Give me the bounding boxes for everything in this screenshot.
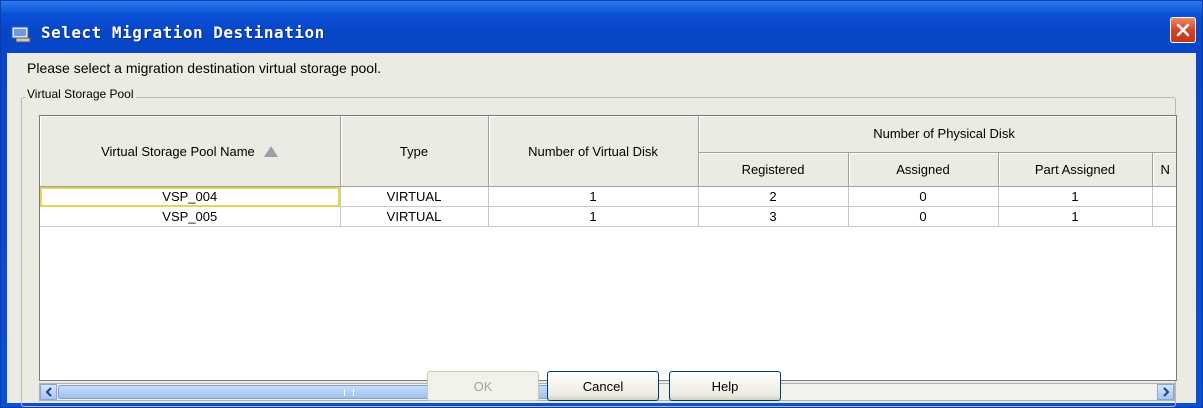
- storage-pool-table: Virtual Storage Pool Name Type Number of…: [39, 115, 1177, 381]
- column-header-pool-name[interactable]: Virtual Storage Pool Name: [40, 116, 341, 187]
- cell-virtual-disk-count: 1: [488, 186, 699, 207]
- cell-truncated: [1152, 186, 1176, 207]
- chevron-left-icon: [45, 387, 52, 397]
- column-header-assigned[interactable]: Assigned: [848, 152, 999, 188]
- ok-button[interactable]: OK: [427, 371, 539, 401]
- cell-part-assigned: 1: [998, 206, 1153, 227]
- close-icon: [1176, 23, 1190, 37]
- cell-assigned: 0: [848, 186, 999, 207]
- cancel-button[interactable]: Cancel: [547, 371, 659, 401]
- dialog-window: Select Migration Destination Please sele…: [0, 0, 1203, 408]
- dialog-body: Please select a migration destination vi…: [7, 53, 1196, 407]
- column-header-type[interactable]: Type: [340, 116, 489, 187]
- column-header-truncated[interactable]: N: [1152, 152, 1176, 188]
- scroll-left-button[interactable]: [40, 384, 57, 400]
- cell-assigned: 0: [848, 206, 999, 227]
- cell-pool-name: VSP_005: [40, 206, 341, 227]
- scrollbar-grip-icon: [344, 389, 354, 396]
- sort-ascending-icon: [264, 145, 279, 157]
- column-header-virtual-disk-count[interactable]: Number of Virtual Disk: [488, 116, 699, 187]
- table-row[interactable]: VSP_005 VIRTUAL 1 3 0 1: [40, 206, 1176, 227]
- title-bar[interactable]: Select Migration Destination: [1, 1, 1202, 53]
- cell-part-assigned: 1: [998, 186, 1153, 207]
- window-title: Select Migration Destination: [41, 23, 325, 42]
- instruction-text: Please select a migration destination vi…: [27, 60, 382, 76]
- cell-virtual-disk-count: 1: [488, 206, 699, 227]
- chevron-right-icon: [1162, 387, 1169, 397]
- cell-type: VIRTUAL: [340, 206, 489, 227]
- cell-pool-name: VSP_004: [40, 186, 341, 207]
- column-header-part-assigned[interactable]: Part Assigned: [998, 152, 1153, 188]
- help-button[interactable]: Help: [669, 371, 781, 401]
- table-row[interactable]: VSP_004 VIRTUAL 1 2 0 1: [40, 186, 1176, 207]
- cell-type: VIRTUAL: [340, 186, 489, 207]
- cell-truncated: [1152, 206, 1176, 227]
- column-group-header-physical-disk: Number of Physical Disk: [698, 116, 1176, 153]
- scroll-right-button[interactable]: [1157, 384, 1174, 400]
- column-header-label: Virtual Storage Pool Name: [101, 143, 255, 159]
- close-button[interactable]: [1170, 17, 1196, 43]
- column-header-registered[interactable]: Registered: [698, 152, 849, 188]
- groupbox-label: Virtual Storage Pool: [25, 87, 136, 101]
- app-icon: [11, 26, 31, 43]
- cell-registered: 2: [698, 186, 849, 207]
- cell-registered: 3: [698, 206, 849, 227]
